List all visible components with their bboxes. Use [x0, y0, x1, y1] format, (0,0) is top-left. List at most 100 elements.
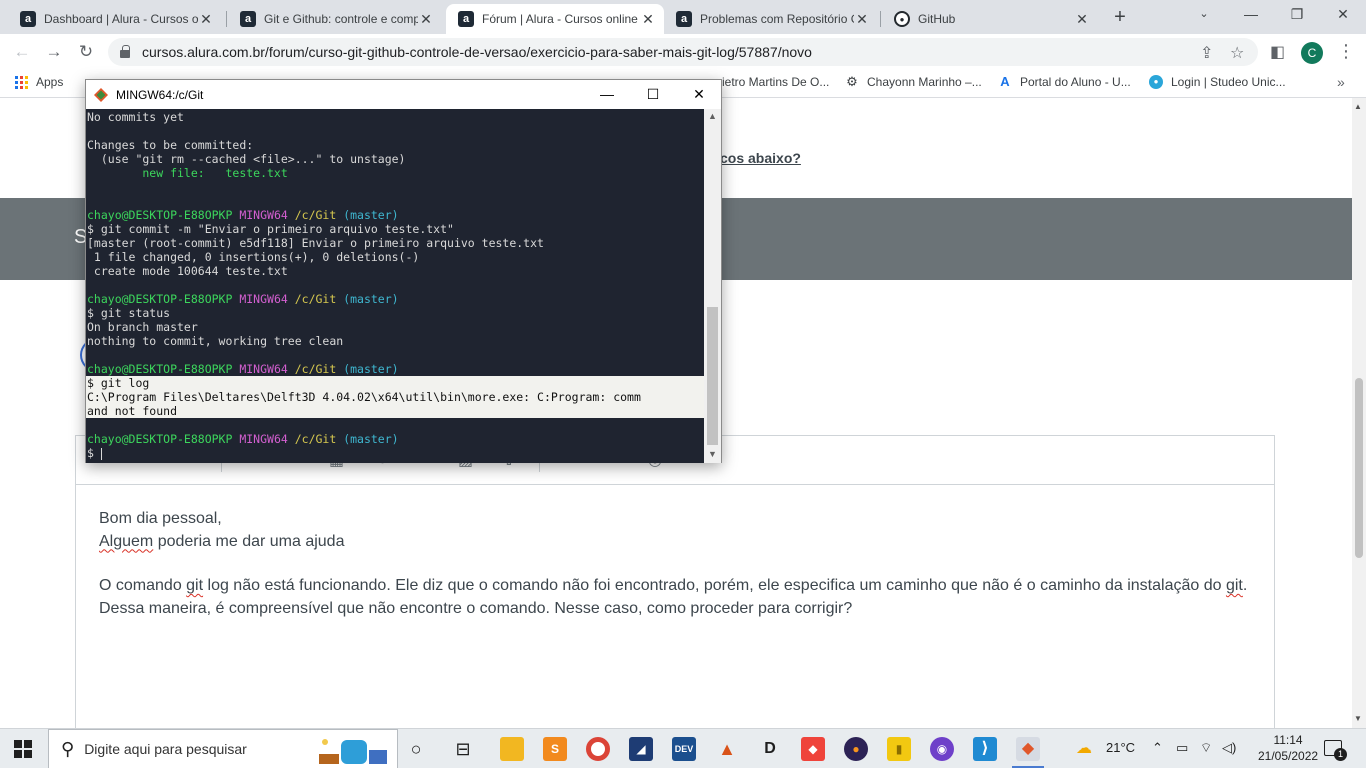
close-tab-icon[interactable]: ✕	[1074, 11, 1090, 28]
page-scroll-thumb[interactable]	[1355, 378, 1363, 558]
alura-icon: a	[676, 11, 692, 27]
forward-button[interactable]: →	[42, 40, 66, 64]
close-window-button[interactable]: ✕	[1320, 0, 1366, 30]
terminal-line: [master (root-commit) e5df118] Enviar o …	[86, 236, 704, 250]
terminal-line: nothing to commit, working tree clean	[86, 334, 704, 348]
terminal-text: /c/Git	[294, 362, 344, 376]
task-view-icon[interactable]: ○	[404, 737, 428, 761]
tab-git-github[interactable]: a Git e Github: controle e comp ✕	[228, 4, 442, 34]
terminal-text: MINGW64	[239, 208, 295, 222]
terminal-text: chayo@DESKTOP-E88OPKP	[87, 432, 240, 446]
tab-divider	[880, 11, 881, 27]
gear-icon: ⚙	[846, 74, 858, 89]
scroll-down-arrow-icon[interactable]: ▼	[708, 449, 717, 459]
tab-dashboard[interactable]: a Dashboard | Alura - Cursos o ✕	[8, 4, 222, 34]
matlab-icon[interactable]: ▲	[715, 737, 739, 761]
scroll-down-arrow-icon[interactable]: ▼	[1354, 714, 1362, 723]
browser-toolbar: ← → ↻ cursos.alura.com.br/forum/curso-gi…	[0, 34, 1366, 70]
tab-problemas[interactable]: a Problemas com Repositório G ✕	[664, 4, 878, 34]
bookmark-apps[interactable]: Apps	[15, 75, 63, 89]
terminal-text: /c/Git	[294, 292, 344, 306]
new-tab-button[interactable]: +	[1108, 6, 1132, 30]
terminal-line: chayo@DESKTOP-E88OPKP MINGW64 /c/Git (ma…	[86, 292, 704, 306]
terminal-line: new file: teste.txt	[86, 166, 704, 180]
sql-server-icon[interactable]: ◢	[629, 737, 653, 761]
editor-content[interactable]: Bom dia pessoal, Alguem poderia me dar u…	[99, 508, 1259, 620]
bookmark-label: ietro Martins De O...	[722, 75, 830, 89]
profile-avatar[interactable]: C	[1301, 42, 1323, 64]
scroll-up-arrow-icon[interactable]: ▲	[708, 111, 717, 121]
editor-line-greeting: Bom dia pessoal,	[99, 510, 222, 527]
alura-icon: a	[240, 11, 256, 27]
bookmark-studeo[interactable]: ● Login | Studeo Unic...	[1149, 75, 1286, 89]
bookmark-chayonn[interactable]: ⚙ Chayonn Marinho –...	[845, 74, 982, 90]
volume-icon[interactable]: ◁)	[1222, 740, 1236, 756]
terminal-text: $	[87, 446, 101, 460]
anydesk-icon[interactable]: ◆	[801, 737, 825, 761]
logic-icon[interactable]: D	[758, 737, 782, 761]
terminal-minimize-button[interactable]: —	[584, 80, 630, 109]
alura-icon: a	[20, 11, 36, 27]
minimize-button[interactable]: —	[1228, 0, 1274, 30]
search-icon: ⚲	[61, 738, 75, 759]
terminal-close-button[interactable]: ✕	[676, 80, 722, 109]
terminal-maximize-button[interactable]: ☐	[630, 80, 676, 109]
close-tab-icon[interactable]: ✕	[854, 11, 870, 28]
back-button[interactable]: ←	[10, 40, 34, 64]
terminal-text: MINGW64	[239, 292, 295, 306]
close-tab-icon[interactable]: ✕	[640, 11, 656, 28]
address-bar[interactable]: cursos.alura.com.br/forum/curso-git-gith…	[108, 38, 1258, 66]
scroll-up-arrow-icon[interactable]: ▲	[1354, 102, 1362, 111]
tray-overflow-chevron-icon[interactable]: ⌃	[1152, 740, 1163, 756]
close-tab-icon[interactable]: ✕	[198, 11, 214, 28]
weather-icon[interactable]: ☁	[1076, 738, 1092, 758]
apps-grid-icon	[15, 75, 28, 89]
eclipse-icon[interactable]: ●	[844, 737, 868, 761]
taskbar-search-box[interactable]: ⚲ Digite aqui para pesquisar	[48, 729, 398, 768]
task-switch-icon[interactable]: ⊟	[451, 737, 475, 761]
git-bash-window[interactable]: MINGW64:/c/Git — ☐ ✕ No commits yet Chang…	[85, 79, 722, 463]
battery-icon[interactable]: ▭	[1176, 740, 1188, 756]
topic-link[interactable]: cos abaixo?	[720, 150, 801, 166]
terminal-scrollbar[interactable]: ▲ ▼	[704, 109, 721, 463]
dev-cpp-icon[interactable]: DEV	[672, 737, 696, 761]
reload-button[interactable]: ↻	[74, 40, 98, 64]
wifi-icon[interactable]: ⌔	[1200, 740, 1212, 756]
github-icon: ●	[894, 11, 910, 27]
terminal-scroll-thumb[interactable]	[707, 307, 718, 445]
terminal-output[interactable]: No commits yet Changes to be committed: (…	[86, 109, 704, 463]
taskbar-clock[interactable]: 11:14 21/05/2022	[1258, 732, 1318, 764]
restore-button[interactable]: ❐	[1274, 0, 1320, 30]
misspelled-word: git	[1225, 577, 1243, 594]
windows-start-icon[interactable]	[14, 740, 32, 758]
alura-icon: a	[458, 11, 474, 27]
file-explorer-icon[interactable]	[500, 737, 524, 761]
power-bi-icon[interactable]: ▮	[887, 737, 911, 761]
share-icon[interactable]: ⇪	[1200, 43, 1213, 63]
vscode-icon[interactable]: ⟩	[973, 737, 997, 761]
post-editor[interactable]: I B I ≡ ≡ ▦ </> ∞ ▨ ⇪ ○ ○ ◎ Bom dia pess…	[75, 435, 1275, 728]
bookmark-star-icon[interactable]: ☆	[1230, 43, 1244, 63]
menu-kebab-icon[interactable]: ⋮	[1337, 41, 1355, 62]
bookmarks-overflow-icon[interactable]: »	[1337, 74, 1345, 90]
notification-center-icon[interactable]: 1	[1324, 740, 1347, 761]
github-desktop-icon[interactable]: ◉	[930, 737, 954, 761]
tab-title: Git e Github: controle e comp	[264, 12, 418, 26]
git-bash-icon[interactable]: ◆	[1016, 737, 1040, 761]
weather-temp[interactable]: 21°C	[1106, 740, 1135, 755]
tab-github[interactable]: ● GitHub ✕	[882, 4, 1098, 34]
sublime-text-icon[interactable]: S	[543, 737, 567, 761]
bookmark-portal[interactable]: A Portal do Aluno - U...	[998, 75, 1130, 90]
page-scrollbar[interactable]: ▲ ▼	[1352, 98, 1366, 728]
tab-forum[interactable]: a Fórum | Alura - Cursos online ✕	[446, 4, 664, 34]
terminal-titlebar[interactable]: MINGW64:/c/Git — ☐ ✕	[86, 80, 721, 109]
side-panel-icon[interactable]: ◧	[1270, 42, 1285, 62]
tab-search-chevron-icon[interactable]: ⌄	[1181, 0, 1227, 30]
chrome-icon[interactable]	[586, 737, 610, 761]
lock-icon	[120, 45, 130, 58]
bookmark-pietro[interactable]: ietro Martins De O...	[722, 75, 829, 89]
terminal-line: $ git log	[86, 376, 704, 390]
close-tab-icon[interactable]: ✕	[418, 11, 434, 28]
terminal-text: $ git commit -m "Enviar o primeiro arqui…	[87, 222, 454, 236]
